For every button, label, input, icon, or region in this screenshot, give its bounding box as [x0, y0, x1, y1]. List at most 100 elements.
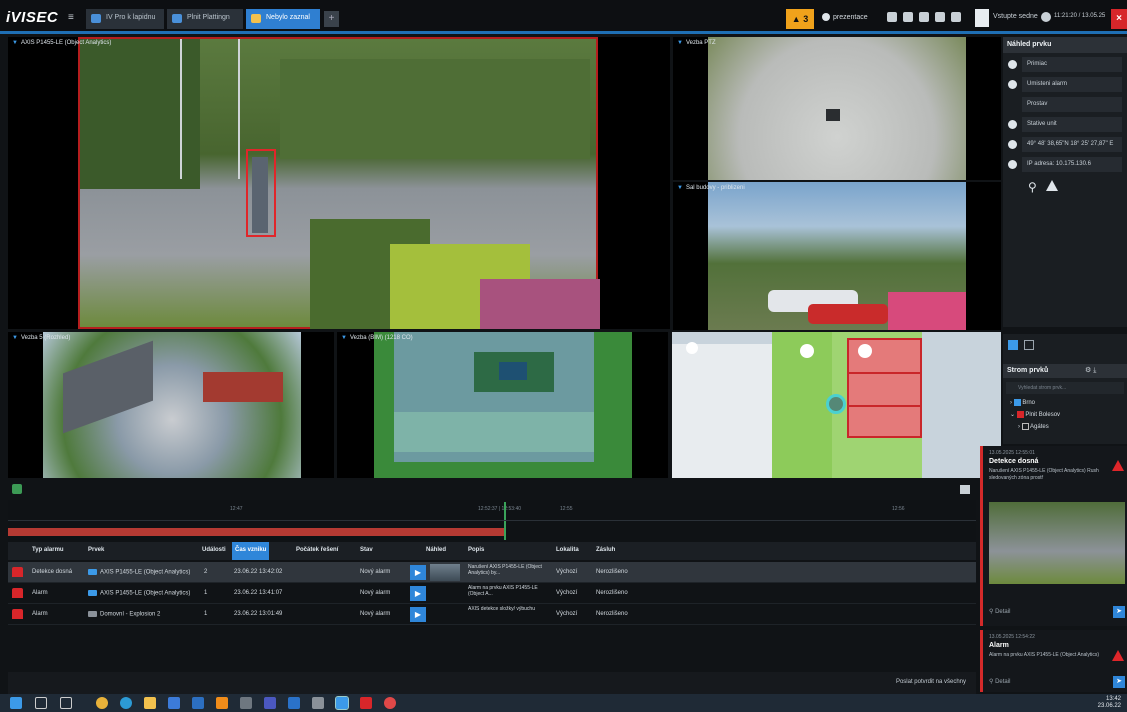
th-location[interactable]: Lokalita: [556, 547, 579, 553]
alarm-card[interactable]: 13.05.2025 12:54:22 Alarm Alarm na prvku…: [980, 630, 1127, 692]
search-icon[interactable]: ⚲: [1028, 180, 1037, 194]
camera-marker-icon[interactable]: [826, 394, 846, 414]
user-label[interactable]: prezentace: [822, 13, 868, 21]
video-tile-bim[interactable]: Vezba (BIM) (1218 CO): [337, 332, 668, 478]
timeline-cursor[interactable]: [504, 502, 506, 540]
teams-icon[interactable]: [264, 697, 276, 709]
folder-icon: [1021, 423, 1029, 430]
calculator-icon[interactable]: [312, 697, 324, 709]
warning-icon[interactable]: [1046, 180, 1058, 191]
video-tile-main[interactable]: AXIS P1455-LE (Object Analytics): [8, 37, 670, 329]
close-button[interactable]: ×: [1111, 9, 1127, 29]
map-block: [672, 344, 772, 478]
send-icon[interactable]: ➤: [1113, 676, 1125, 688]
map-icon[interactable]: [800, 344, 814, 358]
th-state[interactable]: Stav: [360, 547, 373, 553]
pool: [499, 362, 527, 380]
entry-icon[interactable]: [975, 9, 989, 27]
ivisec-icon[interactable]: [335, 696, 349, 710]
tree-item-plant[interactable]: ⌄ Plnit Bolesov: [1010, 411, 1060, 418]
confirm-all-button[interactable]: Poslat potvrdit na všechny: [896, 679, 966, 685]
cell-element: Domovní - Explosion 2: [88, 611, 160, 618]
property-row[interactable]: Prostav: [1006, 96, 1124, 114]
alarm-count-badge[interactable]: ▲ 3: [786, 9, 814, 29]
alarm-search[interactable]: ⚲ Detail: [989, 678, 1010, 685]
alarm-thumbnail[interactable]: [430, 564, 460, 581]
person: [826, 109, 840, 121]
table-row[interactable]: Alarm AXIS P1455-LE (Object Analytics) 1…: [8, 583, 976, 604]
property-row[interactable]: Stative unit: [1006, 116, 1124, 134]
vlc-icon[interactable]: [216, 697, 228, 709]
tab-1[interactable]: Plnit Plattingn: [167, 9, 243, 29]
windows-icon[interactable]: [10, 697, 22, 709]
alarm-search[interactable]: ⚲ Detail: [989, 608, 1010, 615]
property-row[interactable]: 49° 48' 38,65"N 18° 25' 27,87" E: [1006, 136, 1124, 154]
export-icon[interactable]: [960, 485, 970, 494]
tree-item-brno[interactable]: › Brno: [1010, 399, 1035, 406]
app-icon[interactable]: [240, 697, 252, 709]
timeline[interactable]: 12:47 12:52:37 | 12:53:40 12:55 12:56: [8, 500, 976, 542]
alarm-snapshot[interactable]: [989, 502, 1125, 584]
edge-icon[interactable]: [120, 697, 132, 709]
tile-label: Sal budovy - priblizeni: [677, 185, 745, 191]
chat-icon[interactable]: [935, 12, 945, 22]
alarm-desc: Alarm na prvku AXIS P1455-LE (Object Ana…: [989, 652, 1100, 658]
play-button[interactable]: ▶: [410, 607, 426, 622]
sound-icon[interactable]: [919, 12, 929, 22]
settings-icon[interactable]: [903, 12, 913, 22]
th-preview[interactable]: Náhled: [426, 547, 446, 553]
th-desc[interactable]: Popis: [468, 547, 484, 553]
chrome-alt-icon[interactable]: [384, 697, 396, 709]
th-element[interactable]: Prvek: [88, 547, 104, 553]
th-time[interactable]: Čas vzniku: [232, 542, 270, 560]
table-row[interactable]: Alarm Domovní - Explosion 2 1 23.06.22 1…: [8, 604, 976, 625]
tree-toolbar-icon[interactable]: [1008, 340, 1018, 350]
chrome-icon[interactable]: [96, 697, 108, 709]
th-type[interactable]: Typ alarmu: [32, 547, 64, 553]
property-row[interactable]: IP adresa: 10.175.130.6: [1006, 156, 1124, 174]
warning-icon: [1112, 460, 1124, 471]
network-icon: [1008, 160, 1017, 169]
tree-search-input[interactable]: Vyhledat strom prvk...: [1006, 382, 1124, 394]
video-tile-building[interactable]: Sal budovy - priblizeni: [673, 182, 1001, 330]
explorer-icon[interactable]: [144, 697, 156, 709]
play-button[interactable]: ▶: [410, 565, 426, 580]
property-row[interactable]: Primiac: [1006, 56, 1124, 74]
add-icon[interactable]: [12, 484, 22, 494]
tab-0[interactable]: IV Pro k lapidnu: [86, 9, 164, 29]
pdf-icon[interactable]: [360, 697, 372, 709]
video-tile-fisheye[interactable]: Vezba 5 (Rozhled): [8, 332, 334, 478]
entry-label[interactable]: Vstupte sedne: [993, 13, 1038, 20]
property-row[interactable]: Umisteni alarm: [1006, 76, 1124, 94]
hamburger-icon[interactable]: ≡: [68, 12, 74, 23]
table-row[interactable]: Detekce dosná AXIS P1455-LE (Object Anal…: [8, 562, 976, 583]
play-button[interactable]: ▶: [410, 586, 426, 601]
video-tile-ptz[interactable]: Vezba PTZ: [673, 37, 1001, 180]
cell-location: Výchozí: [556, 590, 578, 596]
lock-icon[interactable]: [951, 12, 961, 22]
mail-icon[interactable]: [192, 697, 204, 709]
search-icon[interactable]: [35, 697, 47, 709]
tab-2[interactable]: Nebylo zaznal: [246, 9, 320, 29]
building-icon: [1013, 399, 1021, 406]
tree-filter-icon[interactable]: ⚙ ⤓: [1085, 366, 1096, 375]
roof-red: [203, 372, 283, 402]
map-icon[interactable]: [686, 342, 698, 354]
outlook-icon[interactable]: [288, 697, 300, 709]
tree-item-agates[interactable]: › Agátes: [1018, 423, 1049, 430]
map-tile[interactable]: [672, 332, 1001, 478]
th-start[interactable]: Počátek řešení: [296, 547, 338, 553]
store-icon[interactable]: [168, 697, 180, 709]
taskview-icon[interactable]: [60, 697, 72, 709]
alarm-card[interactable]: 13.05.2025 12:55:01 Detekce dosná Naruše…: [980, 446, 1127, 626]
edit-icon[interactable]: [1024, 340, 1034, 350]
help-icon[interactable]: [1041, 12, 1051, 22]
map-icon[interactable]: [858, 344, 872, 358]
system-clock[interactable]: 13:42 23.06.22: [1098, 696, 1121, 710]
send-icon[interactable]: ➤: [1113, 606, 1125, 618]
th-events[interactable]: Události: [202, 547, 226, 553]
tower: [180, 39, 240, 179]
add-tab-button[interactable]: +: [324, 11, 339, 27]
th-assignee[interactable]: Zásluh: [596, 547, 615, 553]
home-icon[interactable]: [887, 12, 897, 22]
